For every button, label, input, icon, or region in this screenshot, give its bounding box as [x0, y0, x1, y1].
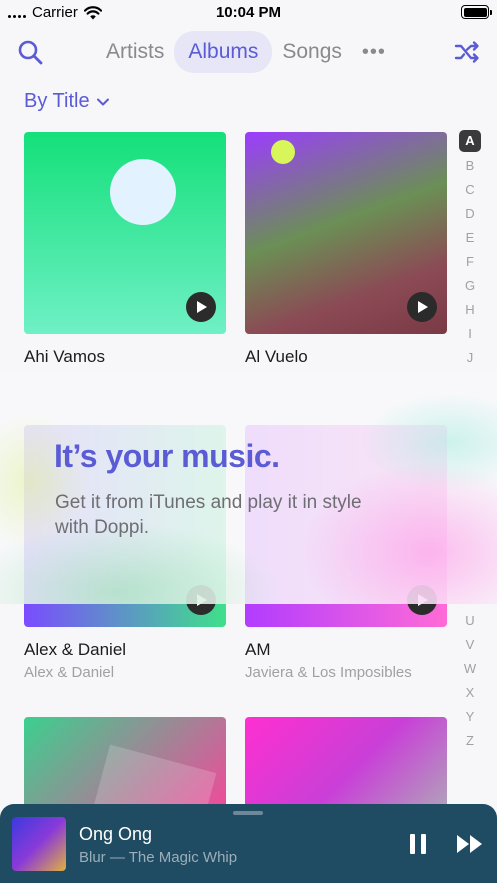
fast-forward-icon[interactable]	[455, 830, 485, 858]
status-bar: Carrier 10:04 PM	[0, 0, 497, 26]
tab-albums[interactable]: Albums	[174, 31, 273, 73]
chevron-down-icon	[96, 98, 109, 105]
more-icon[interactable]: •••	[352, 31, 396, 73]
album-title: Alex & Daniel	[24, 640, 127, 659]
index-letter-v[interactable]: V	[459, 633, 481, 657]
index-letter-f[interactable]: F	[459, 250, 481, 274]
sort-label: By Title	[24, 90, 90, 112]
index-letter-b[interactable]: B	[459, 154, 481, 178]
search-icon[interactable]	[16, 38, 44, 66]
album-card-al-vuelo[interactable]: Al Vuelo	[245, 132, 447, 367]
tab-artists[interactable]: Artists	[96, 31, 174, 73]
play-icon	[418, 301, 428, 313]
album-title: Al Vuelo	[245, 347, 308, 366]
index-letter-u[interactable]: U	[459, 609, 481, 633]
album-artist: Javiera & Los Imposibles	[245, 664, 412, 681]
album-card-ahi-vamos[interactable]: Ahi Vamos	[24, 132, 226, 367]
index-letter-d[interactable]: D	[459, 202, 481, 226]
clock: 10:04 PM	[215, 4, 282, 21]
now-playing-title: Ong Ong	[79, 824, 153, 844]
album-title: AM	[245, 640, 271, 659]
now-playing-subtitle: Blur — The Magic Whip	[79, 849, 238, 866]
promo-banner: It’s your music. Get it from iTunes and …	[0, 372, 497, 604]
index-letter-i[interactable]: I	[459, 322, 481, 346]
cover-art-circle	[110, 159, 176, 225]
play-button[interactable]	[407, 292, 437, 322]
album-artist: Alex & Daniel	[24, 664, 115, 681]
top-nav: Artists Albums Songs •••	[0, 30, 497, 74]
mini-player[interactable]: Ong Ong Blur — The Magic Whip	[0, 804, 497, 883]
alphabet-index-bottom[interactable]: U V W X Y Z	[457, 609, 483, 753]
index-letter-g[interactable]: G	[459, 274, 481, 298]
alphabet-index-top[interactable]: A B C D E F G H I J	[457, 130, 483, 370]
index-letter-x[interactable]: X	[459, 681, 481, 705]
shuffle-icon[interactable]	[453, 38, 481, 66]
index-letter-c[interactable]: C	[459, 178, 481, 202]
now-playing-artwork[interactable]	[12, 817, 66, 871]
tab-songs[interactable]: Songs	[272, 31, 352, 73]
index-letter-a[interactable]: A	[459, 130, 481, 152]
album-cover[interactable]	[245, 132, 447, 334]
index-letter-z[interactable]: Z	[459, 729, 481, 753]
index-letter-e[interactable]: E	[459, 226, 481, 250]
cover-art-circle	[271, 140, 295, 164]
pause-icon[interactable]	[404, 830, 432, 858]
promo-title: It’s your music.	[54, 438, 280, 474]
index-letter-h[interactable]: H	[459, 298, 481, 322]
grabber-handle[interactable]	[233, 811, 263, 815]
index-letter-j[interactable]: J	[459, 346, 481, 370]
play-button[interactable]	[186, 292, 216, 322]
promo-body: Get it from iTunes and play it in style …	[55, 492, 362, 538]
battery-icon	[461, 5, 492, 19]
album-cover[interactable]	[24, 132, 226, 334]
index-letter-y[interactable]: Y	[459, 705, 481, 729]
play-icon	[197, 301, 207, 313]
library-tabs: Artists Albums Songs •••	[96, 30, 396, 74]
index-letter-w[interactable]: W	[459, 657, 481, 681]
sort-selector[interactable]: By Title	[24, 90, 110, 113]
album-title: Ahi Vamos	[24, 347, 105, 366]
